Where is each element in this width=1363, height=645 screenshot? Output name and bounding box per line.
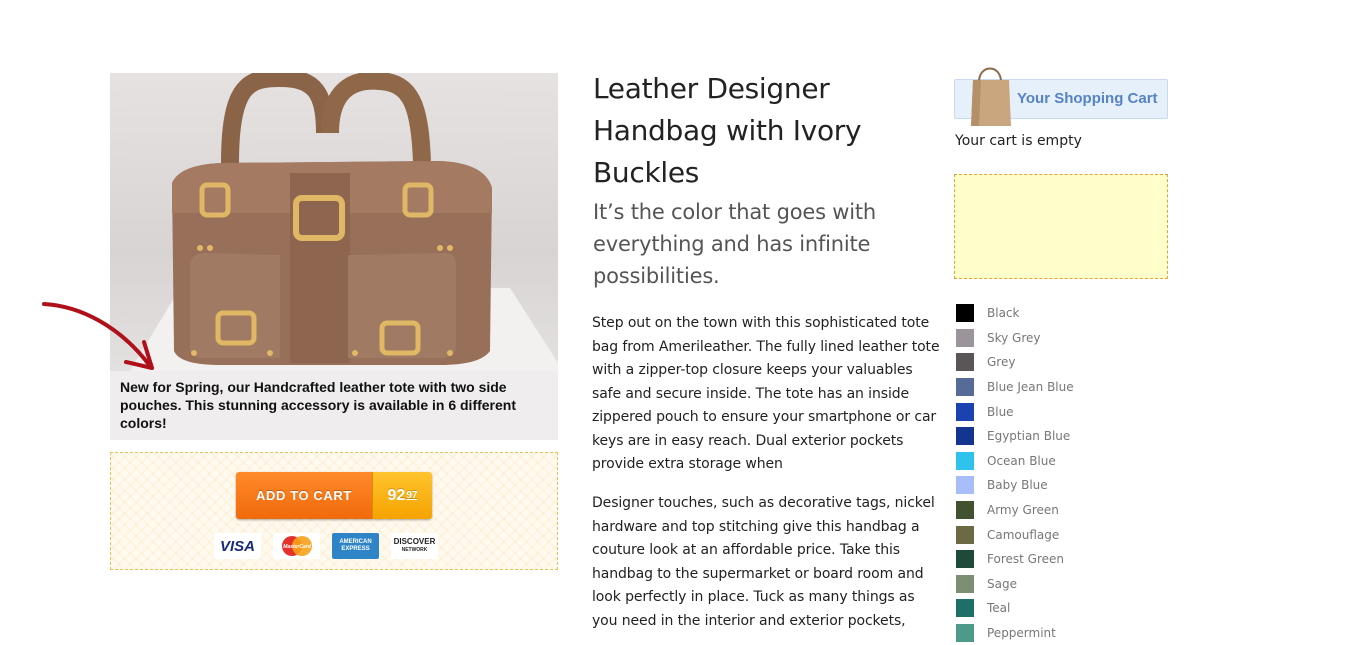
color-label: Sage [987, 576, 1017, 591]
svg-text:MasterCard: MasterCard [283, 544, 311, 550]
payment-cards: VISA MasterCard AMERICAN EXPRESS DISCOVE… [214, 533, 438, 559]
color-option[interactable]: Sky Grey [956, 326, 1074, 351]
color-option[interactable]: Ocean Blue [956, 449, 1074, 474]
color-swatch [956, 378, 974, 397]
color-label: Baby Blue [987, 478, 1048, 493]
color-swatch [956, 599, 974, 618]
product-image-panel: New for Spring, our Handcrafted leather … [110, 73, 558, 440]
color-option[interactable]: Black [956, 301, 1074, 326]
color-swatch [956, 574, 974, 593]
color-option[interactable]: Grey [956, 350, 1074, 375]
color-option[interactable]: Sage [956, 572, 1074, 597]
price-cents: 97 [406, 490, 418, 501]
add-to-cart-button[interactable]: ADD TO CART 92 97 [236, 472, 432, 519]
color-swatch [956, 525, 974, 544]
red-arrow-icon [42, 302, 154, 370]
color-label: Camouflage [987, 527, 1060, 542]
color-option[interactable]: Blue Jean Blue [956, 375, 1074, 400]
color-label: Teal [987, 601, 1011, 616]
price-tag: 92 97 [372, 472, 432, 519]
color-option[interactable]: Forest Green [956, 547, 1074, 572]
color-label: Egyptian Blue [987, 429, 1071, 444]
color-swatch [956, 624, 974, 643]
color-swatch [956, 476, 974, 495]
color-label: Ocean Blue [987, 453, 1056, 468]
color-option[interactable]: Baby Blue [956, 473, 1074, 498]
color-label: Peppermint [987, 626, 1056, 641]
visa-card-icon: VISA [214, 533, 261, 559]
color-option[interactable]: Egyptian Blue [956, 424, 1074, 449]
shopping-bag-icon [971, 67, 1011, 126]
color-label: Forest Green [987, 552, 1064, 567]
product-title: Leather Designer Handbag with Ivory Buck… [593, 72, 862, 189]
color-swatch [956, 501, 974, 520]
color-label: Black [987, 306, 1020, 321]
color-swatch [956, 304, 974, 323]
color-option[interactable]: Teal [956, 596, 1074, 621]
color-option[interactable]: Camouflage [956, 522, 1074, 547]
shopping-cart-button[interactable]: Your Shopping Cart [954, 67, 1168, 126]
color-label: Blue [987, 404, 1014, 419]
color-swatch [956, 427, 974, 446]
product-description-1: Step out on the town with this sophistic… [592, 315, 940, 472]
color-swatch [956, 328, 974, 347]
product-caption: New for Spring, our Handcrafted leather … [120, 379, 517, 431]
cart-drop-zone[interactable] [954, 174, 1168, 279]
color-option[interactable]: Peppermint [956, 621, 1074, 645]
color-swatch [956, 353, 974, 372]
color-label: Blue Jean Blue [987, 380, 1074, 395]
product-description-2: Designer touches, such as decorative tag… [592, 495, 935, 629]
buy-box: ADD TO CART 92 97 VISA MasterCard AMERICA… [110, 452, 558, 570]
color-swatch [956, 451, 974, 470]
mastercard-icon: MasterCard [273, 533, 320, 559]
color-list: Black Sky Grey Grey Blue Jean Blue Blue Egypt… [956, 301, 1074, 645]
color-swatch [956, 402, 974, 421]
discover-card-icon: DISCOVER NETWORK [391, 533, 438, 559]
cart-header-label: Your Shopping Cart [1017, 90, 1158, 107]
amex-card-icon: AMERICAN EXPRESS [332, 533, 379, 559]
color-option[interactable]: Blue [956, 399, 1074, 424]
price-dollars: 92 [387, 486, 406, 504]
product-tagline: It’s the color that goes with everything… [593, 200, 877, 288]
add-to-cart-label: ADD TO CART [236, 472, 372, 519]
handbag-image [130, 73, 558, 371]
color-swatch [956, 550, 974, 569]
color-option[interactable]: Army Green [956, 498, 1074, 523]
color-label: Army Green [987, 503, 1059, 518]
color-label: Sky Grey [987, 330, 1041, 345]
color-label: Grey [987, 355, 1016, 370]
cart-empty-text: Your cart is empty [955, 133, 1082, 149]
product-photo [110, 73, 558, 371]
